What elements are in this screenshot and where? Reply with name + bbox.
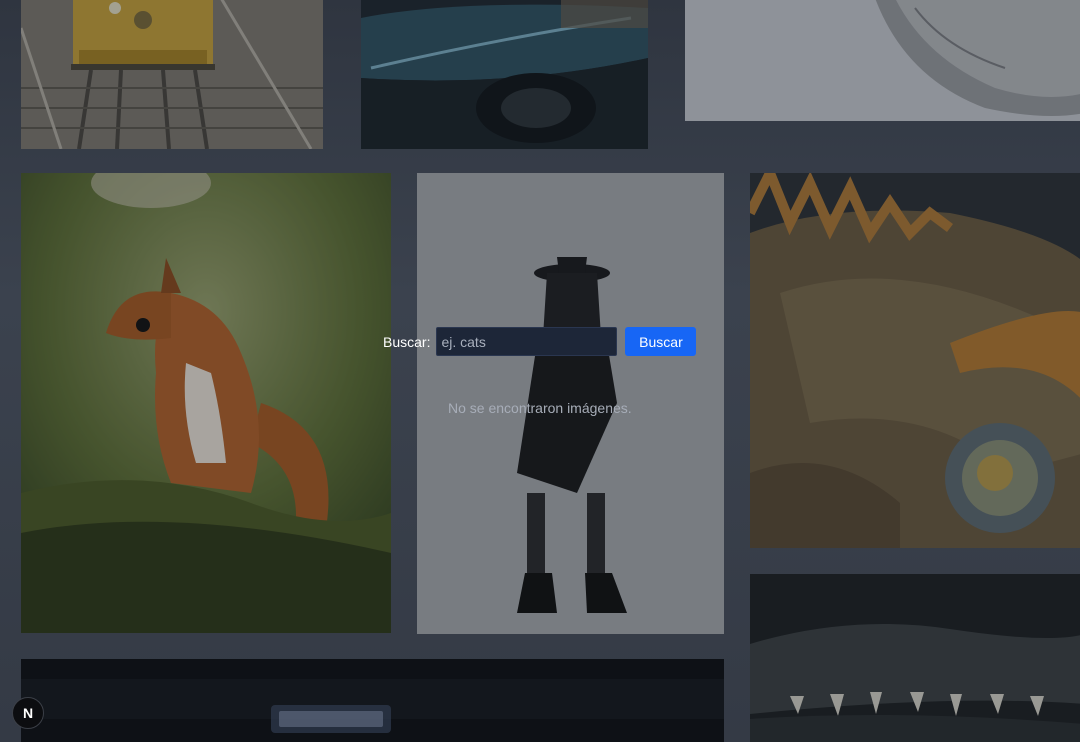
wolf-photo (685, 0, 1080, 121)
car-photo (361, 0, 648, 149)
framework-badge[interactable]: N (12, 697, 44, 729)
neon-sign-photo (21, 659, 724, 742)
gallery-image-wolf[interactable] (685, 0, 1080, 121)
empty-results-message: No se encontraron imágenes. (448, 400, 632, 416)
gallery-image-squirrel[interactable] (21, 173, 391, 633)
search-form: Buscar: Buscar (383, 327, 697, 356)
gallery-page: Buscar: Buscar No se encontraron imágene… (0, 0, 1080, 742)
gallery-image-neon-sign[interactable] (21, 659, 724, 742)
crocodile-photo (750, 574, 1080, 742)
gallery-image-car[interactable] (361, 0, 648, 149)
gallery-image-iguana[interactable] (750, 173, 1080, 548)
search-button[interactable]: Buscar (625, 327, 697, 356)
gallery-image-crocodile[interactable] (750, 574, 1080, 742)
iguana-photo (750, 173, 1080, 548)
n-logo-icon: N (22, 705, 34, 721)
squirrel-photo (21, 173, 391, 633)
search-input[interactable] (436, 327, 618, 356)
tram-photo (21, 0, 323, 149)
search-label: Buscar: (383, 333, 431, 350)
gallery-image-tram[interactable] (21, 0, 323, 149)
